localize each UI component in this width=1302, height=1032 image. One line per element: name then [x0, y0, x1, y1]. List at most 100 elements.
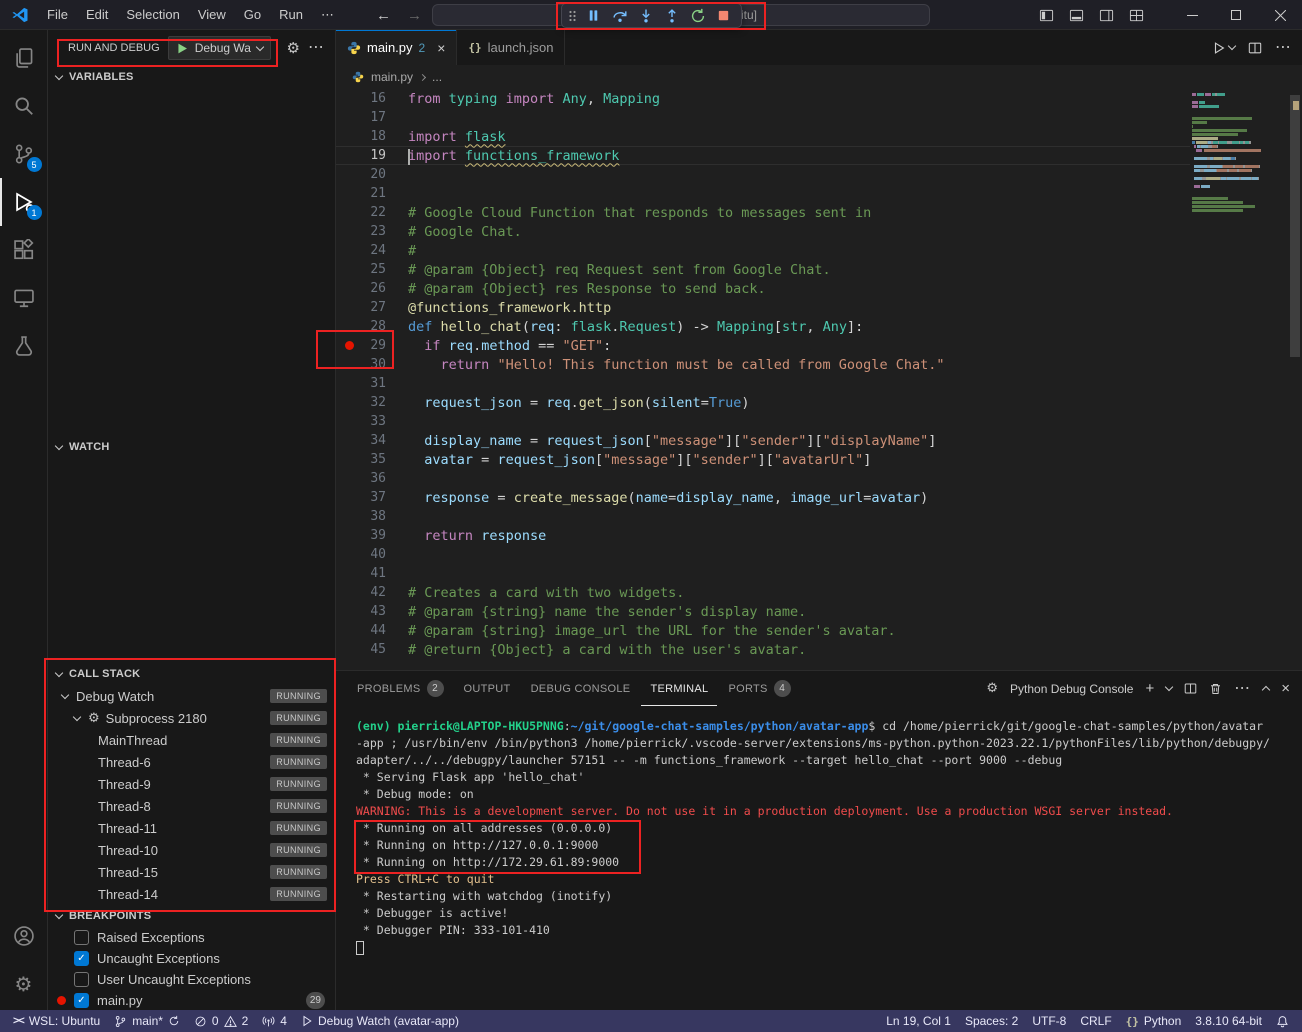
more-actions-icon[interactable]: ⋯	[1234, 681, 1251, 697]
restart-button[interactable]	[686, 5, 709, 26]
call-stack-row[interactable]: Thread-10RUNNING	[48, 839, 335, 861]
scrollbar-slider[interactable]	[1290, 95, 1300, 357]
call-stack-row[interactable]: Thread-8RUNNING	[48, 795, 335, 817]
pause-button[interactable]	[582, 5, 605, 26]
activity-remote-explorer[interactable]	[0, 274, 48, 322]
chevron-down-icon[interactable]	[1165, 683, 1173, 691]
step-over-button[interactable]	[608, 5, 631, 26]
launch-settings-gear-icon[interactable]: ⚙	[287, 41, 300, 56]
breakpoint-row[interactable]: ✓Uncaught Exceptions	[48, 948, 335, 969]
menu-item-run[interactable]: Run	[270, 0, 312, 30]
activity-source-control[interactable]: 5	[0, 130, 48, 178]
branch-indicator[interactable]: main*	[107, 1010, 187, 1032]
call-stack-row[interactable]: Thread-15RUNNING	[48, 861, 335, 883]
indentation-indicator[interactable]: Spaces: 2	[958, 1010, 1025, 1032]
panel-tab-problems[interactable]: PROBLEMS2	[348, 671, 453, 706]
tab-main-py[interactable]: main.py 2 ×	[336, 30, 457, 65]
activity-extensions[interactable]	[0, 226, 48, 274]
step-out-button[interactable]	[660, 5, 683, 26]
breakpoints-section-header[interactable]: BREAKPOINTS	[48, 905, 335, 927]
minimap[interactable]	[1192, 92, 1288, 212]
menu-item-more[interactable]: ⋯	[312, 0, 343, 30]
nav-forward-icon[interactable]: →	[407, 7, 422, 24]
menu-item-view[interactable]: View	[189, 0, 235, 30]
toggle-panel-icon[interactable]	[1069, 8, 1084, 23]
panel-tab-debug-console[interactable]: DEBUG CONSOLE	[522, 671, 640, 706]
panel-tab-terminal[interactable]: TERMINAL	[641, 671, 717, 706]
activity-testing[interactable]	[0, 322, 48, 370]
call-stack-row[interactable]: Thread-14RUNNING	[48, 883, 335, 905]
toggle-secondary-sidebar-icon[interactable]	[1099, 8, 1114, 23]
debug-session-indicator[interactable]: Debug Watch (avatar-app)	[294, 1010, 466, 1032]
close-panel-icon[interactable]: ×	[1281, 681, 1290, 696]
menu-item-file[interactable]: File	[38, 0, 77, 30]
chevron-up-icon[interactable]	[1262, 686, 1270, 694]
watch-section-header[interactable]: WATCH	[48, 436, 335, 458]
breakpoint-row[interactable]: ✓main.py29	[48, 990, 335, 1010]
drag-handle-icon[interactable]	[568, 8, 577, 24]
more-actions-icon[interactable]: ⋯	[308, 40, 325, 56]
terminal-name[interactable]: Python Debug Console	[1010, 682, 1133, 696]
breadcrumb-item[interactable]: main.py	[371, 70, 413, 84]
minimize-icon[interactable]	[1170, 0, 1214, 30]
encoding-indicator[interactable]: UTF-8	[1025, 1010, 1073, 1032]
call-stack-row[interactable]: Debug WatchRUNNING	[48, 685, 335, 707]
breakpoint-icon[interactable]	[345, 341, 354, 350]
more-actions-icon[interactable]: ⋯	[1275, 40, 1292, 56]
close-window-icon[interactable]	[1258, 0, 1302, 30]
stop-button[interactable]	[712, 5, 735, 26]
language-indicator[interactable]: {} Python	[1119, 1010, 1189, 1032]
interpreter-indicator[interactable]: 3.8.10 64-bit	[1188, 1010, 1269, 1032]
panel-tab-output[interactable]: OUTPUT	[455, 671, 520, 706]
run-python-file-button[interactable]	[1212, 41, 1235, 55]
menu-item-go[interactable]: Go	[235, 0, 270, 30]
call-stack-row[interactable]: MainThreadRUNNING	[48, 729, 335, 751]
close-tab-icon[interactable]: ×	[437, 40, 445, 56]
editor-scrollbar[interactable]	[1288, 89, 1302, 670]
activity-search[interactable]	[0, 82, 48, 130]
maximize-icon[interactable]	[1214, 0, 1258, 30]
terminal-line: WARNING: This is a development server. D…	[356, 803, 1302, 820]
cursor-position[interactable]: Ln 19, Col 1	[879, 1010, 958, 1032]
variables-section-header[interactable]: VARIABLES	[48, 66, 335, 88]
remote-indicator[interactable]: >< WSL: Ubuntu	[6, 1010, 107, 1032]
step-into-button[interactable]	[634, 5, 657, 26]
new-terminal-icon[interactable]: +	[1145, 681, 1154, 696]
settings-button[interactable]: ⚙	[0, 960, 48, 1008]
menu-item-selection[interactable]: Selection	[117, 0, 188, 30]
split-terminal-icon[interactable]	[1184, 682, 1197, 695]
call-stack-section-header[interactable]: CALL STACK	[48, 663, 335, 685]
ports-indicator[interactable]: 4	[255, 1010, 294, 1032]
breadcrumb[interactable]: main.py ...	[336, 65, 1302, 89]
eol-indicator[interactable]: CRLF	[1073, 1010, 1118, 1032]
customize-layout-icon[interactable]	[1129, 8, 1144, 23]
code-lines[interactable]: 16from typing import Any, Mapping1718imp…	[336, 89, 1190, 659]
call-stack-row[interactable]: Thread-9RUNNING	[48, 773, 335, 795]
breakpoint-checkbox[interactable]	[74, 972, 89, 987]
breakpoint-row[interactable]: Raised Exceptions	[48, 927, 335, 948]
debug-config-dropdown[interactable]: Debug Wa	[168, 36, 271, 60]
tab-launch-json[interactable]: {} launch.json	[457, 30, 565, 65]
terminal-content[interactable]: (env) pierrick@LAPTOP-HKU5PNNG:~/git/goo…	[336, 706, 1302, 1010]
editor[interactable]: 16from typing import Any, Mapping1718imp…	[336, 89, 1302, 670]
panel-tab-ports[interactable]: PORTS4	[719, 671, 799, 706]
call-stack-row[interactable]: Thread-11RUNNING	[48, 817, 335, 839]
breadcrumb-item[interactable]: ...	[432, 70, 442, 84]
activity-explorer[interactable]	[0, 34, 48, 82]
breakpoint-checkbox[interactable]: ✓	[74, 993, 89, 1008]
kill-terminal-icon[interactable]	[1209, 682, 1222, 696]
breakpoint-row[interactable]: User Uncaught Exceptions	[48, 969, 335, 990]
nav-back-icon[interactable]: ←	[376, 7, 391, 24]
toggle-sidebar-icon[interactable]	[1039, 8, 1054, 23]
breakpoint-checkbox[interactable]: ✓	[74, 951, 89, 966]
call-stack-row[interactable]: ⚙Subprocess 2180RUNNING	[48, 707, 335, 729]
menu-item-edit[interactable]: Edit	[77, 0, 117, 30]
split-editor-icon[interactable]	[1248, 41, 1262, 55]
breakpoint-checkbox[interactable]	[74, 930, 89, 945]
activity-run-debug[interactable]: 1	[0, 178, 48, 226]
problems-indicator[interactable]: 0 2	[187, 1010, 255, 1032]
breakpoint-gutter[interactable]	[336, 341, 362, 350]
notifications-button[interactable]	[1269, 1010, 1296, 1032]
accounts-button[interactable]	[0, 912, 48, 960]
call-stack-row[interactable]: Thread-6RUNNING	[48, 751, 335, 773]
